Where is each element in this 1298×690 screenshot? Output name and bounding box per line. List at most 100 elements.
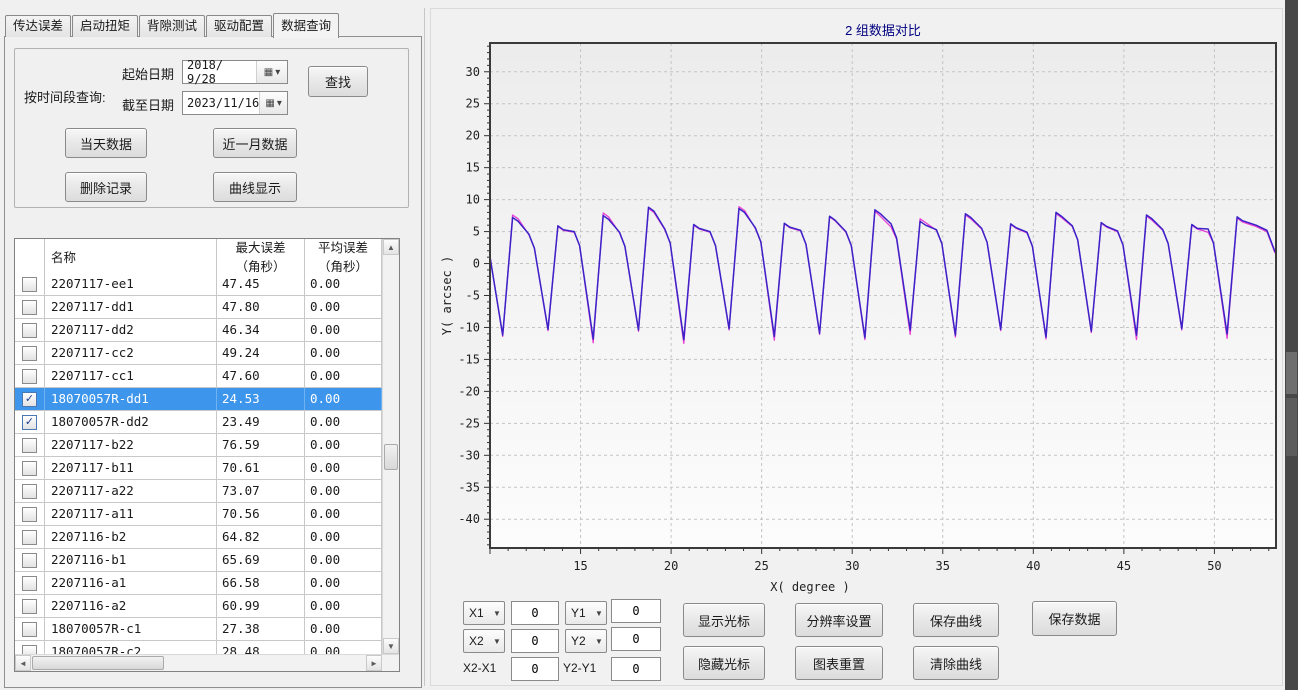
row-checkbox[interactable] bbox=[15, 365, 45, 387]
y2-cursor-select[interactable]: Y2▼ bbox=[565, 629, 607, 653]
row-max-error: 65.69 bbox=[217, 549, 305, 571]
row-avg-error: 0.00 bbox=[305, 273, 382, 295]
row-checkbox[interactable]: ✓ bbox=[15, 388, 45, 410]
horizontal-scroll-thumb[interactable] bbox=[32, 656, 164, 670]
table-row[interactable]: 2207117-ee147.450.00 bbox=[15, 273, 382, 296]
row-checkbox[interactable] bbox=[15, 526, 45, 548]
row-max-error: 60.99 bbox=[217, 595, 305, 617]
svg-text:50: 50 bbox=[1207, 559, 1221, 573]
panel-divider bbox=[424, 8, 425, 686]
row-name: 2207117-a22 bbox=[45, 480, 217, 502]
today-data-button[interactable]: 当天数据 bbox=[65, 128, 147, 158]
row-checkbox[interactable] bbox=[15, 572, 45, 594]
row-checkbox[interactable] bbox=[15, 618, 45, 640]
table-row[interactable]: 2207117-b2276.590.00 bbox=[15, 434, 382, 457]
row-checkbox[interactable] bbox=[15, 342, 45, 364]
table-row[interactable]: 2207117-a2273.070.00 bbox=[15, 480, 382, 503]
scroll-down-icon[interactable]: ▼ bbox=[383, 638, 399, 654]
dy-label: Y2-Y1 bbox=[563, 661, 596, 675]
row-max-error: 49.24 bbox=[217, 342, 305, 364]
table-row[interactable]: ✓18070057R-dd124.530.00 bbox=[15, 388, 382, 411]
row-max-error: 23.49 bbox=[217, 411, 305, 433]
row-avg-error: 0.00 bbox=[305, 342, 382, 364]
dx-value-field[interactable] bbox=[511, 657, 559, 681]
show-cursor-button[interactable]: 显示光标 bbox=[683, 603, 765, 637]
table-row[interactable]: ✓18070057R-dd223.490.00 bbox=[15, 411, 382, 434]
search-button[interactable]: 查找 bbox=[308, 66, 368, 97]
row-avg-error: 0.00 bbox=[305, 595, 382, 617]
hide-cursor-button[interactable]: 隐藏光标 bbox=[683, 646, 765, 680]
header-name[interactable]: 名称 bbox=[45, 239, 217, 273]
dy-value-field[interactable] bbox=[611, 657, 661, 681]
table-row[interactable]: 2207117-dd147.800.00 bbox=[15, 296, 382, 319]
row-avg-error: 0.00 bbox=[305, 388, 382, 410]
svg-text:15: 15 bbox=[573, 559, 587, 573]
tab-backlash-test[interactable]: 背隙测试 bbox=[139, 15, 205, 37]
table-row[interactable]: 2207116-a260.990.00 bbox=[15, 595, 382, 618]
tab-transmission-error[interactable]: 传达误差 bbox=[5, 15, 71, 37]
y2-value-field[interactable] bbox=[611, 627, 661, 651]
table-row[interactable]: 2207117-dd246.340.00 bbox=[15, 319, 382, 342]
vertical-scroll-thumb[interactable] bbox=[384, 444, 398, 470]
tab-data-query[interactable]: 数据查询 bbox=[273, 13, 339, 38]
chart-reset-button[interactable]: 图表重置 bbox=[795, 646, 883, 680]
row-checkbox[interactable] bbox=[15, 457, 45, 479]
delete-record-button[interactable]: 删除记录 bbox=[65, 172, 147, 202]
y1-value-field[interactable] bbox=[611, 599, 661, 623]
row-checkbox[interactable] bbox=[15, 296, 45, 318]
chevron-down-icon: ▾ bbox=[277, 98, 282, 109]
scroll-left-icon[interactable]: ◄ bbox=[15, 655, 31, 671]
x1-cursor-select[interactable]: X1▼ bbox=[463, 601, 505, 625]
table-horizontal-scrollbar[interactable]: ◄ ► bbox=[15, 654, 399, 671]
start-date-picker[interactable]: 2018/ 9/28 ▦▾ bbox=[182, 60, 288, 84]
resolution-settings-button[interactable]: 分辨率设置 bbox=[795, 603, 883, 637]
chevron-down-icon: ▼ bbox=[490, 609, 504, 618]
header-max-error[interactable]: 最大误差（角秒） bbox=[217, 239, 305, 273]
scroll-up-icon[interactable]: ▲ bbox=[383, 239, 399, 255]
row-checkbox[interactable] bbox=[15, 503, 45, 525]
table-row[interactable]: 2207116-b165.690.00 bbox=[15, 549, 382, 572]
svg-text:30: 30 bbox=[466, 65, 480, 79]
row-checkbox[interactable] bbox=[15, 434, 45, 456]
save-data-button[interactable]: 保存数据 bbox=[1032, 601, 1117, 636]
svg-text:-5: -5 bbox=[466, 289, 480, 303]
row-name: 2207117-cc2 bbox=[45, 342, 217, 364]
chart-title: 2 组数据对比 bbox=[490, 20, 1276, 39]
table-row[interactable]: 2207117-b1170.610.00 bbox=[15, 457, 382, 480]
row-checkbox[interactable] bbox=[15, 319, 45, 341]
row-checkbox[interactable] bbox=[15, 273, 45, 295]
scroll-right-icon[interactable]: ► bbox=[366, 655, 382, 671]
header-avg-error[interactable]: 平均误差（角秒） bbox=[305, 239, 382, 273]
row-name: 2207117-ee1 bbox=[45, 273, 217, 295]
last-month-data-button[interactable]: 近一月数据 bbox=[213, 128, 297, 158]
row-max-error: 24.53 bbox=[217, 388, 305, 410]
row-checkbox[interactable] bbox=[15, 480, 45, 502]
table-vertical-scrollbar[interactable]: ▲ ▼ bbox=[382, 239, 399, 656]
row-name: 2207117-dd2 bbox=[45, 319, 217, 341]
tab-drive-config[interactable]: 驱动配置 bbox=[206, 15, 272, 37]
x1-value-field[interactable] bbox=[511, 601, 559, 625]
svg-text:Y( arcsec ): Y( arcsec ) bbox=[440, 256, 454, 335]
end-date-picker[interactable]: 2023/11/16 ▦▾ bbox=[182, 91, 288, 115]
row-avg-error: 0.00 bbox=[305, 457, 382, 479]
x2-value-field[interactable] bbox=[511, 629, 559, 653]
table-row[interactable]: 2207116-a166.580.00 bbox=[15, 572, 382, 595]
table-row[interactable]: 18070057R-c127.380.00 bbox=[15, 618, 382, 641]
table-row[interactable]: 2207117-cc249.240.00 bbox=[15, 342, 382, 365]
table-row[interactable]: 2207117-cc147.600.00 bbox=[15, 365, 382, 388]
table-row[interactable]: 2207116-b264.820.00 bbox=[15, 526, 382, 549]
row-checkbox[interactable]: ✓ bbox=[15, 411, 45, 433]
row-checkbox[interactable] bbox=[15, 549, 45, 571]
save-curve-button[interactable]: 保存曲线 bbox=[913, 603, 999, 637]
dx-label: X2-X1 bbox=[463, 661, 496, 675]
clear-curve-button[interactable]: 清除曲线 bbox=[913, 646, 999, 680]
row-max-error: 70.61 bbox=[217, 457, 305, 479]
chart-plot[interactable]: 1520253035404550302520151050-5-10-15-20-… bbox=[437, 8, 1285, 598]
tab-start-torque[interactable]: 启动扭矩 bbox=[72, 15, 138, 37]
curve-display-button[interactable]: 曲线显示 bbox=[213, 172, 297, 202]
y1-cursor-select[interactable]: Y1▼ bbox=[565, 601, 607, 625]
table-row[interactable]: 2207117-a1170.560.00 bbox=[15, 503, 382, 526]
end-date-value: 2023/11/16 bbox=[183, 96, 259, 110]
x2-cursor-select[interactable]: X2▼ bbox=[463, 629, 505, 653]
row-checkbox[interactable] bbox=[15, 595, 45, 617]
